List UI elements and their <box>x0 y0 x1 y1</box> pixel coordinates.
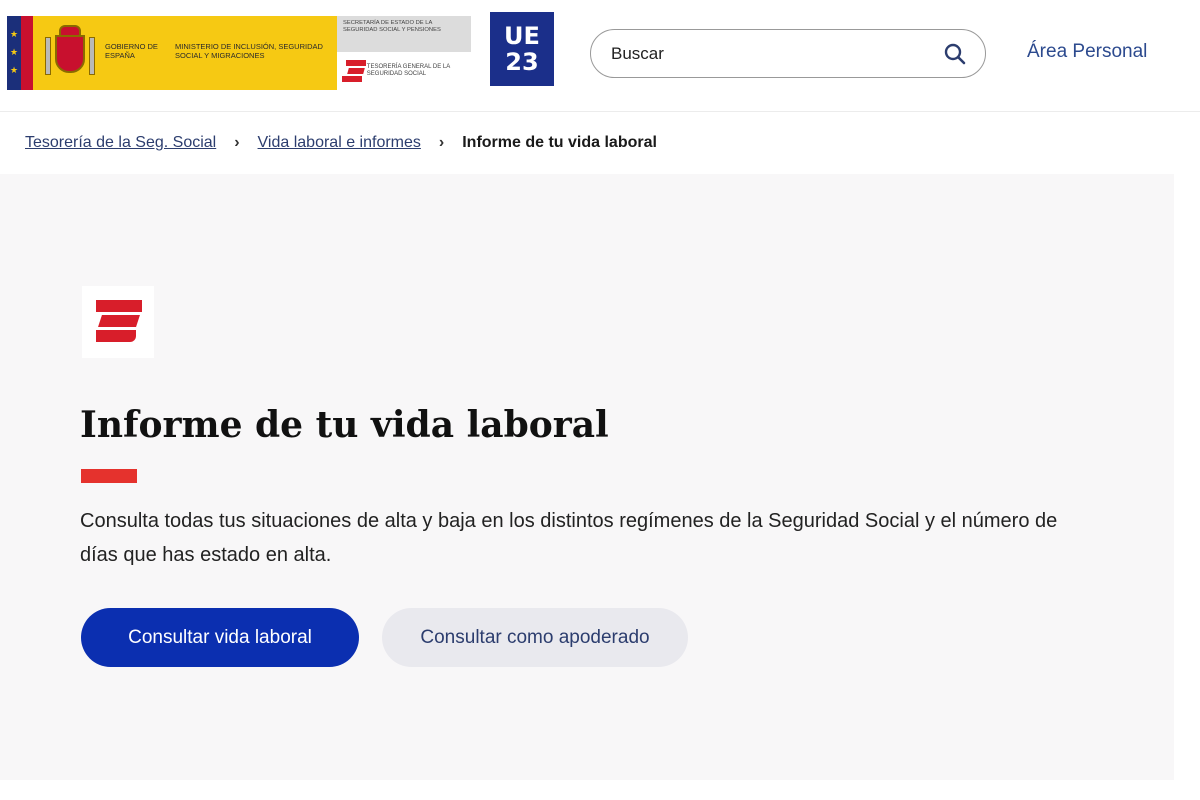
breadcrumb-link-tesoreria[interactable]: Tesorería de la Seg. Social <box>25 134 216 152</box>
secretaria-label: SECRETARÍA DE ESTADO DE LA SEGURIDAD SOC… <box>337 16 471 52</box>
breadcrumb: Tesorería de la Seg. Social › Vida labor… <box>0 112 1174 174</box>
spain-flag-stripe: ★ ★ ★ <box>7 16 33 90</box>
site-header: ★ ★ ★ GOBIERNO DE ESPAÑA MINISTERIO DE I… <box>0 0 1200 112</box>
search-input[interactable] <box>611 43 943 64</box>
chevron-right-icon: › <box>234 134 240 151</box>
eu-presidency-badge[interactable]: UE 23 <box>490 12 554 86</box>
main-panel: Informe de tu vida laboral Consulta toda… <box>0 174 1174 780</box>
tesoreria-logo-icon <box>82 286 154 358</box>
breadcrumb-current: Informe de tu vida laboral <box>462 134 657 151</box>
consultar-vida-laboral-button[interactable]: Consultar vida laboral <box>81 608 359 667</box>
breadcrumb-link-vida-laboral[interactable]: Vida laboral e informes <box>258 134 421 152</box>
search-icon[interactable] <box>943 42 967 66</box>
government-logo[interactable]: ★ ★ ★ GOBIERNO DE ESPAÑA MINISTERIO DE I… <box>7 16 337 90</box>
page-description: Consulta todas tus situaciones de alta y… <box>80 510 1058 566</box>
search-bar[interactable] <box>590 29 986 78</box>
coat-of-arms-icon <box>45 25 95 81</box>
tesoreria-header-logo[interactable]: SECRETARÍA DE ESTADO DE LA SEGURIDAD SOC… <box>337 16 471 90</box>
eu-badge-top: UE <box>504 22 540 50</box>
chevron-right-icon: › <box>438 134 445 151</box>
page-title: Informe de tu vida laboral <box>80 404 609 446</box>
tesoreria-label: TESORERÍA GENERAL DE LA SEGURIDAD SOCIAL <box>366 64 450 77</box>
consultar-como-apoderado-button[interactable]: Consultar como apoderado <box>382 608 688 667</box>
eu-badge-bottom: 23 <box>505 48 539 76</box>
title-accent-bar <box>81 469 137 483</box>
government-label: GOBIERNO DE ESPAÑA <box>105 42 158 60</box>
ministry-label: MINISTERIO DE INCLUSIÓN, SEGURIDAD SOCIA… <box>175 42 323 60</box>
tesoreria-mini-icon <box>342 58 366 84</box>
area-personal-link[interactable]: Área Personal <box>1027 41 1147 63</box>
